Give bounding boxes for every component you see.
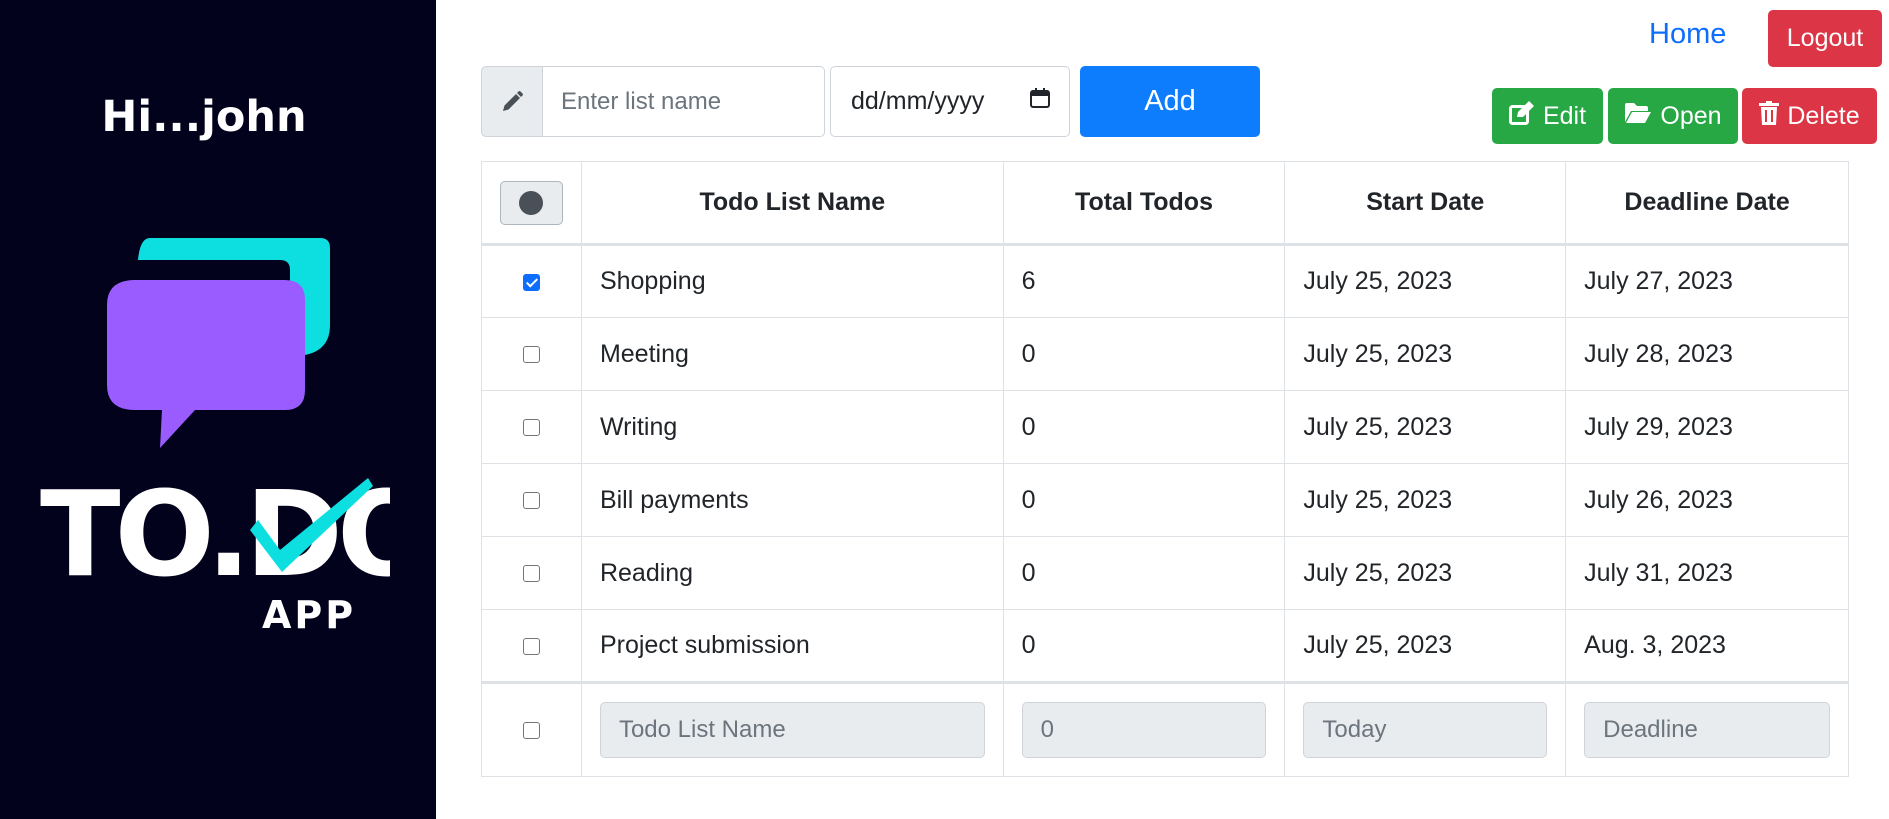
cell-name: Reading — [580, 536, 1004, 610]
new-total-input[interactable] — [1021, 702, 1267, 758]
edit-button[interactable]: Edit — [1492, 88, 1603, 144]
table-row[interactable]: Reading 0 July 25, 2023 July 31, 2023 — [481, 536, 1849, 610]
cell-name: Shopping — [580, 244, 1004, 318]
circle-icon — [519, 190, 544, 215]
new-start-input[interactable] — [1303, 702, 1548, 758]
row-checkbox[interactable] — [522, 346, 540, 364]
add-label: Add — [1144, 85, 1196, 117]
cell-deadline: July 29, 2023 — [1565, 390, 1849, 464]
header-start: Start Date — [1284, 161, 1567, 246]
table-row[interactable]: Shopping 6 July 25, 2023 July 27, 2023 — [481, 244, 1849, 318]
table-row[interactable]: Writing 0 July 25, 2023 July 29, 2023 — [481, 390, 1849, 464]
table-header-row: Todo List Name Total Todos Start Date De… — [481, 161, 1849, 246]
cell-total: 0 — [1002, 317, 1286, 391]
open-button[interactable]: Open — [1608, 88, 1738, 144]
row-checkbox[interactable] — [522, 419, 540, 437]
edit-label: Edit — [1542, 101, 1587, 130]
home-link[interactable]: Home — [1649, 18, 1726, 51]
delete-button[interactable]: Delete — [1742, 88, 1877, 144]
cell-start: July 25, 2023 — [1284, 609, 1567, 683]
row-checkbox[interactable] — [522, 273, 540, 291]
list-name-input-group — [481, 66, 825, 137]
select-all-cell — [481, 161, 582, 246]
pencil-icon — [481, 66, 543, 137]
cell-start: July 25, 2023 — [1284, 244, 1567, 318]
cell-name: Bill payments — [580, 463, 1004, 537]
cell-deadline: July 31, 2023 — [1565, 536, 1849, 610]
cell-name: Project submission — [580, 609, 1004, 683]
cell-total: 6 — [1002, 244, 1286, 318]
cell-total: 0 — [1002, 390, 1286, 464]
cell-deadline: Aug. 3, 2023 — [1565, 609, 1849, 683]
cell-name: Meeting — [580, 317, 1004, 391]
list-name-input[interactable] — [543, 66, 825, 137]
header-name: Todo List Name — [580, 161, 1004, 246]
todo-app-logo: TO.DO APP — [40, 238, 390, 637]
edit-icon — [1508, 100, 1535, 132]
logo-subtext: APP — [262, 593, 356, 637]
row-checkbox[interactable] — [522, 637, 540, 655]
date-placeholder: dd/mm/yyyy — [851, 87, 985, 115]
cell-start: July 25, 2023 — [1284, 536, 1567, 610]
table-row[interactable]: Meeting 0 July 25, 2023 July 28, 2023 — [481, 317, 1849, 391]
greeting-text: Hi...john — [101, 92, 307, 142]
cell-start: July 25, 2023 — [1284, 390, 1567, 464]
cell-start: July 25, 2023 — [1284, 317, 1567, 391]
sidebar: Hi...john TO.DO APP — [0, 0, 436, 819]
new-row-checkbox[interactable] — [522, 722, 540, 740]
logout-label: Logout — [1786, 24, 1864, 52]
open-label: Open — [1660, 101, 1722, 130]
todo-lists-table: Todo List Name Total Todos Start Date De… — [481, 161, 1849, 777]
cell-deadline: July 27, 2023 — [1565, 244, 1849, 318]
header-deadline: Deadline Date — [1565, 161, 1849, 246]
trash-icon — [1759, 100, 1780, 132]
new-row — [481, 681, 1849, 777]
cell-deadline: July 26, 2023 — [1565, 463, 1849, 537]
cell-start: July 25, 2023 — [1284, 463, 1567, 537]
row-checkbox[interactable] — [522, 492, 540, 510]
cell-total: 0 — [1002, 463, 1286, 537]
cell-total: 0 — [1002, 609, 1286, 683]
add-button[interactable]: Add — [1080, 66, 1260, 137]
table-row[interactable]: Project submission 0 July 25, 2023 Aug. … — [481, 609, 1849, 683]
logout-button[interactable]: Logout — [1768, 10, 1882, 67]
cell-name: Writing — [580, 390, 1004, 464]
table-row[interactable]: Bill payments 0 July 25, 2023 July 26, 2… — [481, 463, 1849, 537]
deadline-date-input[interactable]: dd/mm/yyyy — [830, 66, 1070, 137]
calendar-icon[interactable] — [1029, 87, 1051, 116]
logo-text: TO.DO — [40, 465, 390, 603]
new-deadline-input[interactable] — [1584, 702, 1830, 758]
row-checkbox[interactable] — [522, 565, 540, 583]
cell-total: 0 — [1002, 536, 1286, 610]
cell-deadline: July 28, 2023 — [1565, 317, 1849, 391]
header-total: Total Todos — [1002, 161, 1286, 246]
new-list-name-input[interactable] — [599, 702, 985, 758]
delete-label: Delete — [1787, 101, 1860, 130]
folder-open-icon — [1624, 102, 1652, 131]
select-all-button[interactable] — [499, 180, 563, 225]
